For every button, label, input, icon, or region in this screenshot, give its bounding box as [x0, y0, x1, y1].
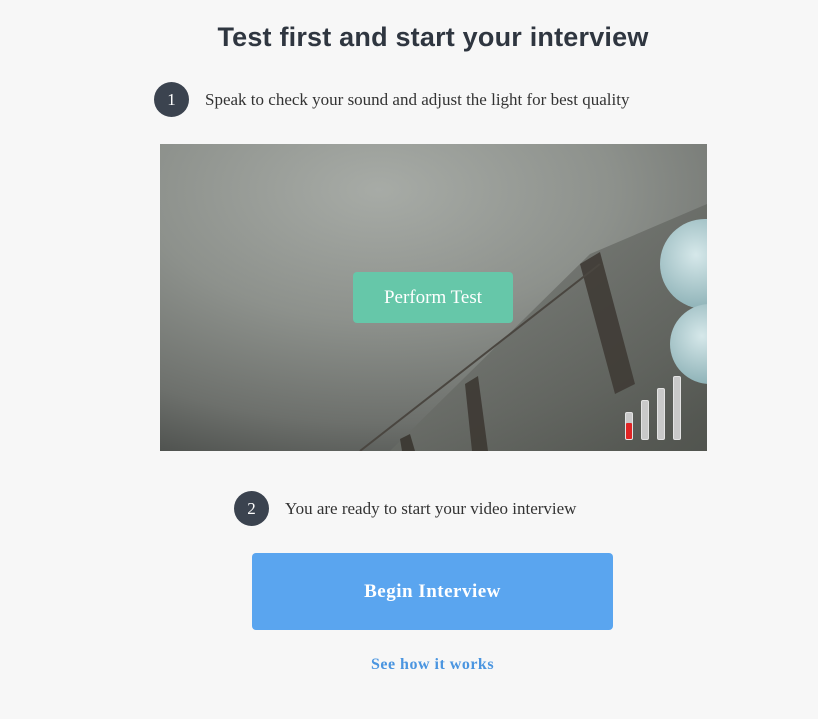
step-number-badge: 1 — [154, 82, 189, 117]
step-instruction: You are ready to start your video interv… — [285, 498, 577, 518]
camera-preview: Perform Test — [160, 144, 707, 451]
step-1: 1 Speak to check your sound and adjust t… — [154, 82, 629, 117]
audio-level-meter — [625, 376, 695, 440]
page-title: Test first and start your interview — [217, 22, 649, 52]
audio-level-fill — [626, 423, 632, 439]
perform-test-button[interactable]: Perform Test — [353, 272, 513, 323]
audio-level-bar-3 — [657, 388, 665, 440]
audio-level-bar-1 — [625, 412, 633, 440]
step-2: 2 You are ready to start your video inte… — [234, 491, 576, 526]
see-how-it-works-link[interactable]: See how it works — [252, 656, 613, 674]
audio-level-bar-4 — [673, 376, 681, 440]
page-edge — [818, 0, 823, 719]
audio-level-bar-2 — [641, 400, 649, 440]
step-instruction: Speak to check your sound and adjust the… — [205, 89, 630, 109]
begin-interview-button[interactable]: Begin Interview — [252, 553, 613, 630]
step-number-badge: 2 — [234, 491, 269, 526]
